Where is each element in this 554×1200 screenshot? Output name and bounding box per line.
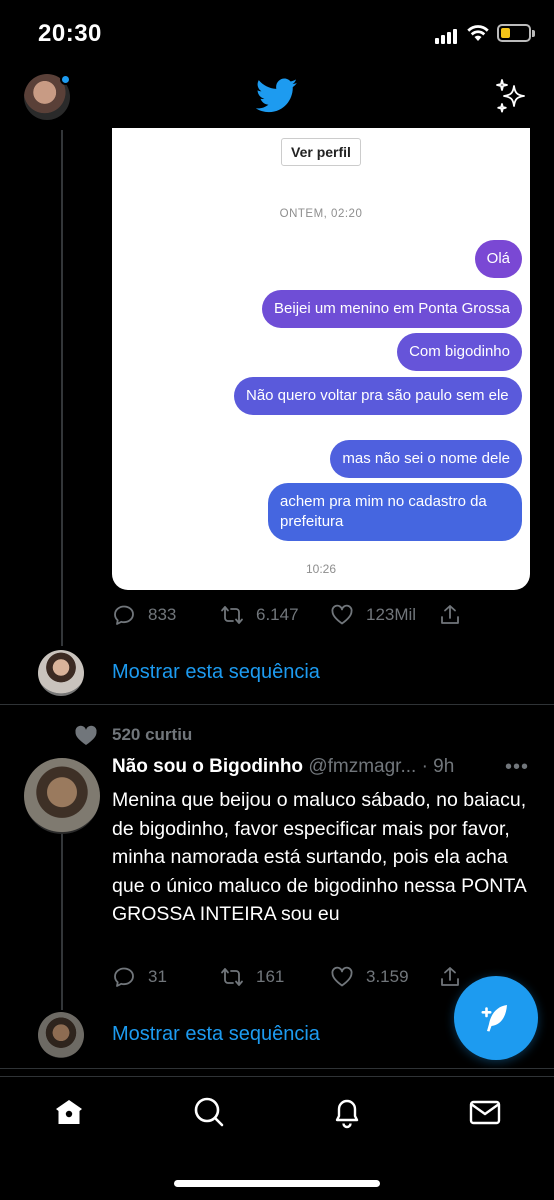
like-button[interactable]: 123Mil — [330, 600, 416, 630]
like-count: 3.159 — [366, 967, 409, 986]
share-icon — [441, 967, 459, 986]
dm-message: achem pra mim no cadastro da prefeitura — [268, 483, 522, 541]
wifi-icon — [467, 25, 489, 41]
retweet-count: 161 — [256, 967, 285, 986]
reply-button[interactable]: 31 — [112, 962, 167, 992]
avatar[interactable] — [24, 758, 100, 834]
dm-message: mas não sei o nome dele — [330, 440, 522, 478]
heart-filled-icon — [75, 725, 97, 745]
retweet-button[interactable]: 6.147 — [220, 600, 299, 630]
dm-message: Olá — [474, 240, 522, 278]
bell-icon[interactable] — [330, 1095, 364, 1129]
social-context: 520 curtiu — [74, 722, 192, 748]
dm-message: Com bigodinho — [397, 333, 522, 371]
top-header — [0, 64, 554, 130]
avatar — [38, 1012, 84, 1058]
tweet-image-dm-screenshot[interactable]: Ver perfil ONTEM, 02:20 Olá Beijei um me… — [112, 128, 530, 590]
mail-icon[interactable] — [468, 1095, 502, 1129]
tweet-text: Menina que beijou o maluco sábado, no ba… — [112, 789, 527, 925]
notification-dot — [60, 74, 71, 85]
dm-date-label: ONTEM, 02:20 — [279, 208, 363, 220]
thread-connector — [61, 130, 63, 646]
dm-message: Não quero voltar pra são paulo sem ele — [234, 377, 522, 415]
search-icon[interactable] — [192, 1095, 226, 1129]
heart-icon — [331, 966, 353, 987]
home-indicator — [174, 1180, 380, 1187]
tweet-timestamp: · 9h — [421, 756, 455, 777]
show-thread-link[interactable]: Mostrar esta sequência — [38, 1012, 518, 1060]
reply-button[interactable]: 833 — [112, 600, 176, 630]
retweet-count: 6.147 — [256, 605, 299, 624]
tweet-actions: 833 6.147 123Mil — [112, 600, 472, 630]
battery-icon — [497, 24, 531, 42]
reply-count: 31 — [148, 967, 167, 986]
avatar — [38, 650, 84, 696]
home-icon[interactable] — [52, 1095, 86, 1129]
reply-icon — [114, 605, 134, 625]
reply-count: 833 — [148, 605, 177, 624]
like-button[interactable]: 3.159 — [330, 962, 409, 992]
retweet-button[interactable]: 161 — [220, 962, 284, 992]
sparkle-icon[interactable] — [494, 78, 530, 114]
status-bar: 20:30 — [0, 0, 554, 64]
retweet-icon — [221, 606, 243, 624]
user-handle[interactable]: @fmzmagr... — [308, 756, 416, 777]
liked-by-text: 520 curtiu — [112, 725, 193, 744]
tweet-actions: 31 161 3.159 — [112, 962, 472, 992]
show-thread-label: Mostrar esta sequência — [112, 1023, 320, 1045]
twitter-bird-icon[interactable] — [256, 78, 298, 114]
dm-message: Beijei um menino em Ponta Grossa — [262, 290, 522, 328]
tweet-header: Não sou o Bigodinho @fmzmagr... · 9h — [112, 756, 532, 782]
display-name[interactable]: Não sou o Bigodinho — [112, 756, 303, 777]
retweet-icon — [221, 968, 243, 986]
dm-time-label: 10:26 — [305, 562, 337, 576]
compose-feather-icon — [481, 1005, 507, 1032]
share-icon — [441, 605, 459, 624]
share-button[interactable] — [438, 600, 462, 630]
show-thread-label: Mostrar esta sequência — [112, 661, 320, 683]
heart-icon — [331, 604, 353, 625]
divider — [0, 704, 554, 705]
share-button[interactable] — [438, 962, 462, 992]
more-options-icon[interactable]: ••• — [505, 756, 529, 779]
compose-tweet-button[interactable] — [454, 976, 538, 1060]
thread-connector — [61, 834, 63, 1010]
show-thread-link[interactable]: Mostrar esta sequência — [38, 650, 518, 698]
status-time: 20:30 — [38, 20, 102, 47]
cellular-signal-icon — [435, 28, 461, 44]
view-profile-button: Ver perfil — [281, 138, 361, 166]
like-count: 123Mil — [366, 605, 417, 624]
reply-icon — [114, 967, 134, 987]
divider — [0, 1068, 554, 1069]
